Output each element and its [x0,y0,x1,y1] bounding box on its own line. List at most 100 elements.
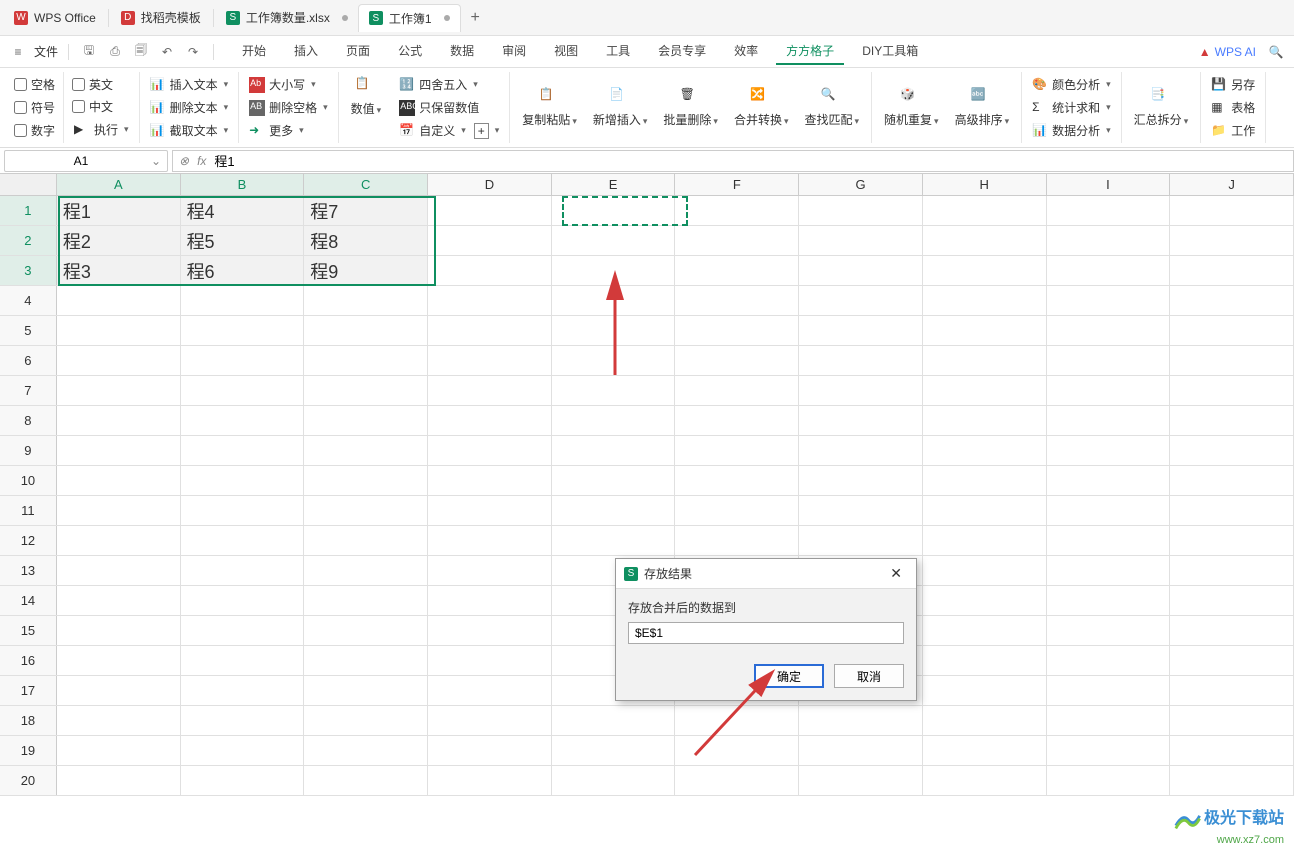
check-symbol[interactable]: 符号 [12,98,57,117]
column-header[interactable]: F [675,174,799,195]
cell[interactable] [1170,676,1294,705]
tab-start[interactable]: 开始 [232,38,276,65]
cell[interactable] [1170,706,1294,735]
cell[interactable] [1047,496,1171,525]
check-number[interactable]: 数字 [12,121,57,140]
cell[interactable] [428,736,552,765]
cell[interactable] [675,256,799,285]
cell[interactable] [57,736,181,765]
cell[interactable] [799,466,923,495]
cell[interactable] [1170,256,1294,285]
cell[interactable] [675,346,799,375]
cell[interactable] [1047,616,1171,645]
cell[interactable] [181,496,305,525]
cell[interactable] [181,646,305,675]
find-match-button[interactable]: 🔍查找匹配▾ [798,85,865,130]
column-header[interactable]: B [181,174,305,195]
cell[interactable] [181,526,305,555]
cell[interactable] [799,286,923,315]
summary-split-button[interactable]: 📑汇总拆分▾ [1128,85,1195,130]
cell[interactable] [428,226,552,255]
cell[interactable] [304,376,428,405]
menu-icon[interactable]: ≡ [8,42,28,62]
cell[interactable] [57,526,181,555]
cell[interactable] [799,496,923,525]
cell[interactable]: 程1 [57,196,181,225]
cell[interactable] [923,436,1047,465]
cell[interactable] [799,406,923,435]
cell[interactable] [923,226,1047,255]
cell[interactable] [923,196,1047,225]
name-box-input[interactable] [11,154,151,168]
data-analysis-button[interactable]: 📊数据分析▾ [1028,120,1115,141]
row-header[interactable]: 5 [0,316,57,345]
cell[interactable] [304,316,428,345]
cell[interactable] [428,526,552,555]
row-header[interactable]: 19 [0,736,57,765]
cell[interactable] [799,376,923,405]
cell[interactable] [428,616,552,645]
column-header[interactable]: H [923,174,1047,195]
cell[interactable] [1047,736,1171,765]
keep-value-button[interactable]: ABC只保留数值 [395,97,503,118]
cell[interactable] [675,496,799,525]
check-space[interactable]: 空格 [12,75,57,94]
cell[interactable] [675,436,799,465]
merge-convert-button[interactable]: 🔀合并转换▾ [728,85,795,130]
custom-button[interactable]: 📅自定义▾ +▾ [395,120,503,141]
row-header[interactable]: 10 [0,466,57,495]
cell[interactable] [799,706,923,735]
tab-tools[interactable]: 工具 [596,38,640,65]
cell[interactable] [1047,436,1171,465]
column-header[interactable]: G [799,174,923,195]
cell[interactable] [923,466,1047,495]
cell[interactable] [923,496,1047,525]
row-header[interactable]: 17 [0,676,57,705]
dialog-titlebar[interactable]: S 存放结果 ✕ [616,559,916,589]
advanced-sort-button[interactable]: 🔤高级排序▾ [949,85,1016,130]
cell[interactable] [675,526,799,555]
cell[interactable] [304,706,428,735]
check-english[interactable]: 英文 [70,75,133,94]
tab-efficiency[interactable]: 效率 [724,38,768,65]
check-chinese[interactable]: 中文 [70,97,133,116]
cell[interactable] [181,616,305,645]
wps-ai-button[interactable]: ▲ WPS AI [1199,45,1256,59]
cell[interactable] [304,406,428,435]
cell[interactable] [428,376,552,405]
cell[interactable] [57,556,181,585]
execute-button[interactable]: ▶执行▾ [70,119,133,140]
cell[interactable] [1170,286,1294,315]
save-as-button[interactable]: 💾另存 [1207,74,1259,95]
cell[interactable] [1047,376,1171,405]
fx-icon[interactable]: fx [197,154,206,168]
plus-icon[interactable]: + [474,123,489,139]
cell[interactable] [675,766,799,795]
cell[interactable] [1170,766,1294,795]
cell[interactable] [304,586,428,615]
cell[interactable] [428,586,552,615]
cell[interactable] [675,226,799,255]
cell[interactable]: 程4 [181,196,305,225]
cell[interactable] [675,466,799,495]
cell[interactable] [1047,316,1171,345]
color-analysis-button[interactable]: 🎨颜色分析▾ [1028,74,1115,95]
tab-page[interactable]: 页面 [336,38,380,65]
cell[interactable] [552,496,676,525]
row-header[interactable]: 9 [0,436,57,465]
work-button[interactable]: 📁工作 [1207,120,1259,141]
cell[interactable] [428,706,552,735]
row-header[interactable]: 2 [0,226,57,255]
cell[interactable] [552,196,676,225]
cut-text-button[interactable]: 📊截取文本▾ [146,120,233,141]
cell[interactable] [304,286,428,315]
cell[interactable] [675,286,799,315]
cell[interactable] [181,346,305,375]
row-header[interactable]: 15 [0,616,57,645]
cell[interactable] [57,706,181,735]
cell[interactable] [1170,346,1294,375]
cell[interactable] [799,316,923,345]
cell[interactable] [57,376,181,405]
cell[interactable] [304,526,428,555]
cell[interactable] [57,286,181,315]
